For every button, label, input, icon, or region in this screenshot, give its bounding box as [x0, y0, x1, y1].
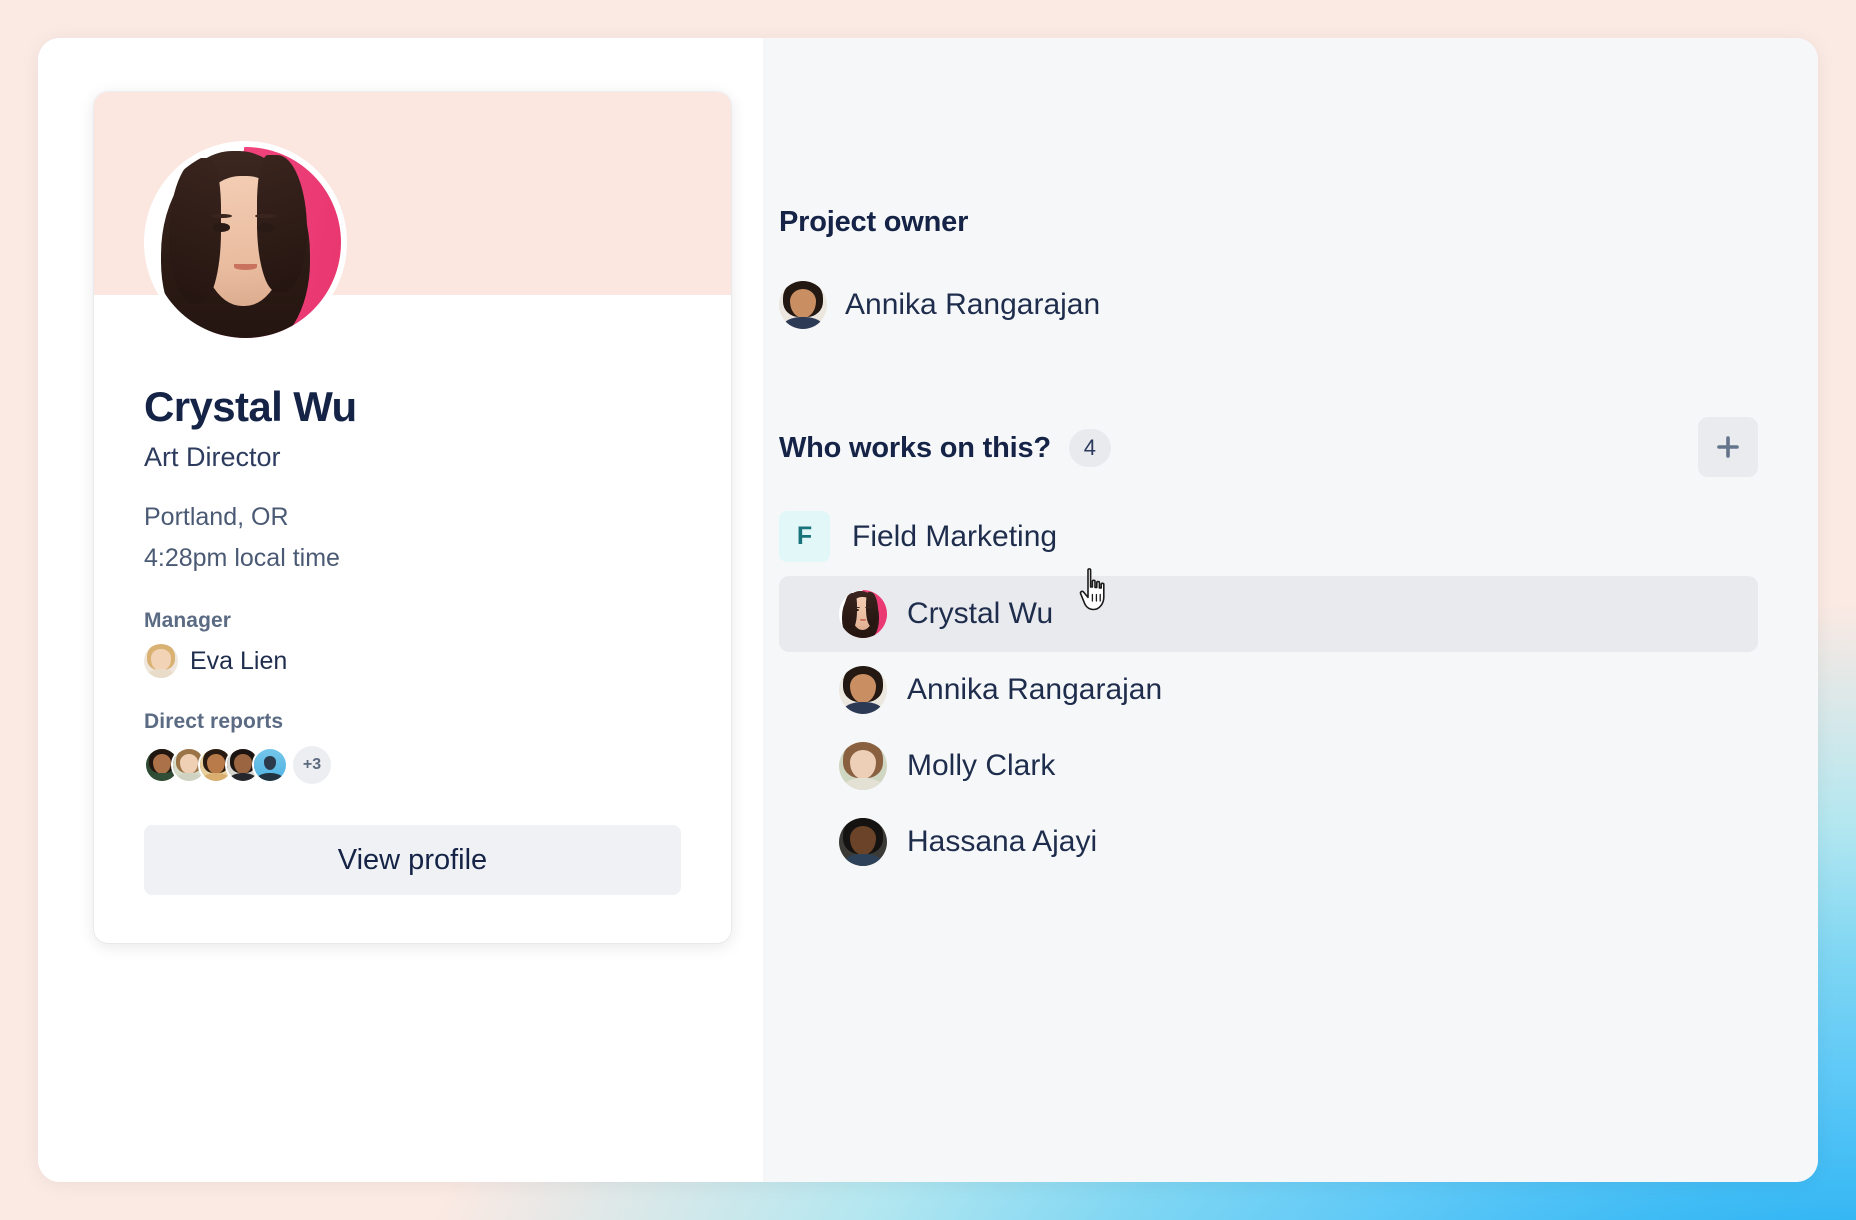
manager-label: Manager — [144, 609, 232, 632]
who-works-count-badge: 4 — [1068, 429, 1111, 467]
who-works-heading: Who works on this? — [779, 431, 1051, 464]
team-member-list: Crystal Wu Annika Rangarajan Molly Clark… — [779, 576, 1758, 880]
project-owner-row[interactable]: Annika Rangarajan — [779, 281, 1758, 329]
molly-clark-avatar — [839, 742, 887, 790]
member-row-hassana-ajayi[interactable]: Hassana Ajayi — [779, 804, 1758, 880]
crystal-wu-avatar-image — [150, 147, 341, 338]
project-owner-heading: Project owner — [779, 206, 969, 238]
member-name: Hassana Ajayi — [907, 825, 1098, 858]
member-name: Annika Rangarajan — [907, 673, 1163, 706]
annika-rangarajan-avatar — [839, 666, 887, 714]
page-backdrop: Crystal Wu Art Director Portland, OR 4:2… — [0, 0, 1856, 1220]
profile-local-time: 4:28pm local time — [144, 544, 340, 572]
direct-reports-overflow-badge[interactable]: +3 — [293, 746, 331, 784]
member-row-annika-rangarajan[interactable]: Annika Rangarajan — [779, 652, 1758, 728]
add-person-button[interactable] — [1698, 417, 1758, 477]
member-name: Molly Clark — [907, 749, 1056, 782]
profile-card: Crystal Wu Art Director Portland, OR 4:2… — [94, 92, 731, 943]
annika-rangarajan-avatar — [779, 281, 827, 329]
member-row-crystal-wu[interactable]: Crystal Wu — [779, 576, 1758, 652]
team-initial-badge: F — [779, 511, 830, 562]
team-name: Field Marketing — [852, 519, 1058, 553]
member-row-molly-clark[interactable]: Molly Clark — [779, 728, 1758, 804]
team-row-field-marketing[interactable]: F Field Marketing — [779, 511, 1758, 562]
direct-report-avatar-5[interactable] — [252, 747, 288, 783]
profile-role: Art Director — [144, 442, 281, 472]
profile-avatar — [144, 141, 347, 344]
project-owner-section: Project owner Annika Rangarajan — [779, 206, 1758, 329]
app-shell: Crystal Wu Art Director Portland, OR 4:2… — [38, 38, 1818, 1182]
manager-block: Manager Eva Lien — [144, 609, 287, 678]
view-profile-button[interactable]: View profile — [144, 825, 681, 895]
direct-reports-avatar-stack[interactable]: +3 — [144, 746, 331, 784]
profile-location: Portland, OR — [144, 503, 289, 531]
left-pane: Crystal Wu Art Director Portland, OR 4:2… — [38, 38, 763, 1182]
project-owner-name: Annika Rangarajan — [845, 288, 1101, 321]
hassana-ajayi-avatar — [839, 818, 887, 866]
who-works-on-this-section: Who works on this? 4 F Field Marketing C… — [779, 417, 1758, 880]
profile-name: Crystal Wu — [144, 383, 357, 430]
right-pane: Project owner Annika Rangarajan Who work… — [763, 38, 1818, 1182]
plus-icon — [1717, 436, 1739, 458]
direct-reports-block: Direct reports +3 — [144, 710, 331, 784]
member-name: Crystal Wu — [907, 597, 1054, 630]
eva-lien-avatar — [144, 644, 178, 678]
direct-reports-label: Direct reports — [144, 710, 284, 733]
manager-row[interactable]: Eva Lien — [144, 644, 287, 678]
who-works-header: Who works on this? 4 — [779, 417, 1758, 477]
manager-name: Eva Lien — [190, 646, 288, 675]
crystal-wu-avatar — [839, 590, 887, 638]
